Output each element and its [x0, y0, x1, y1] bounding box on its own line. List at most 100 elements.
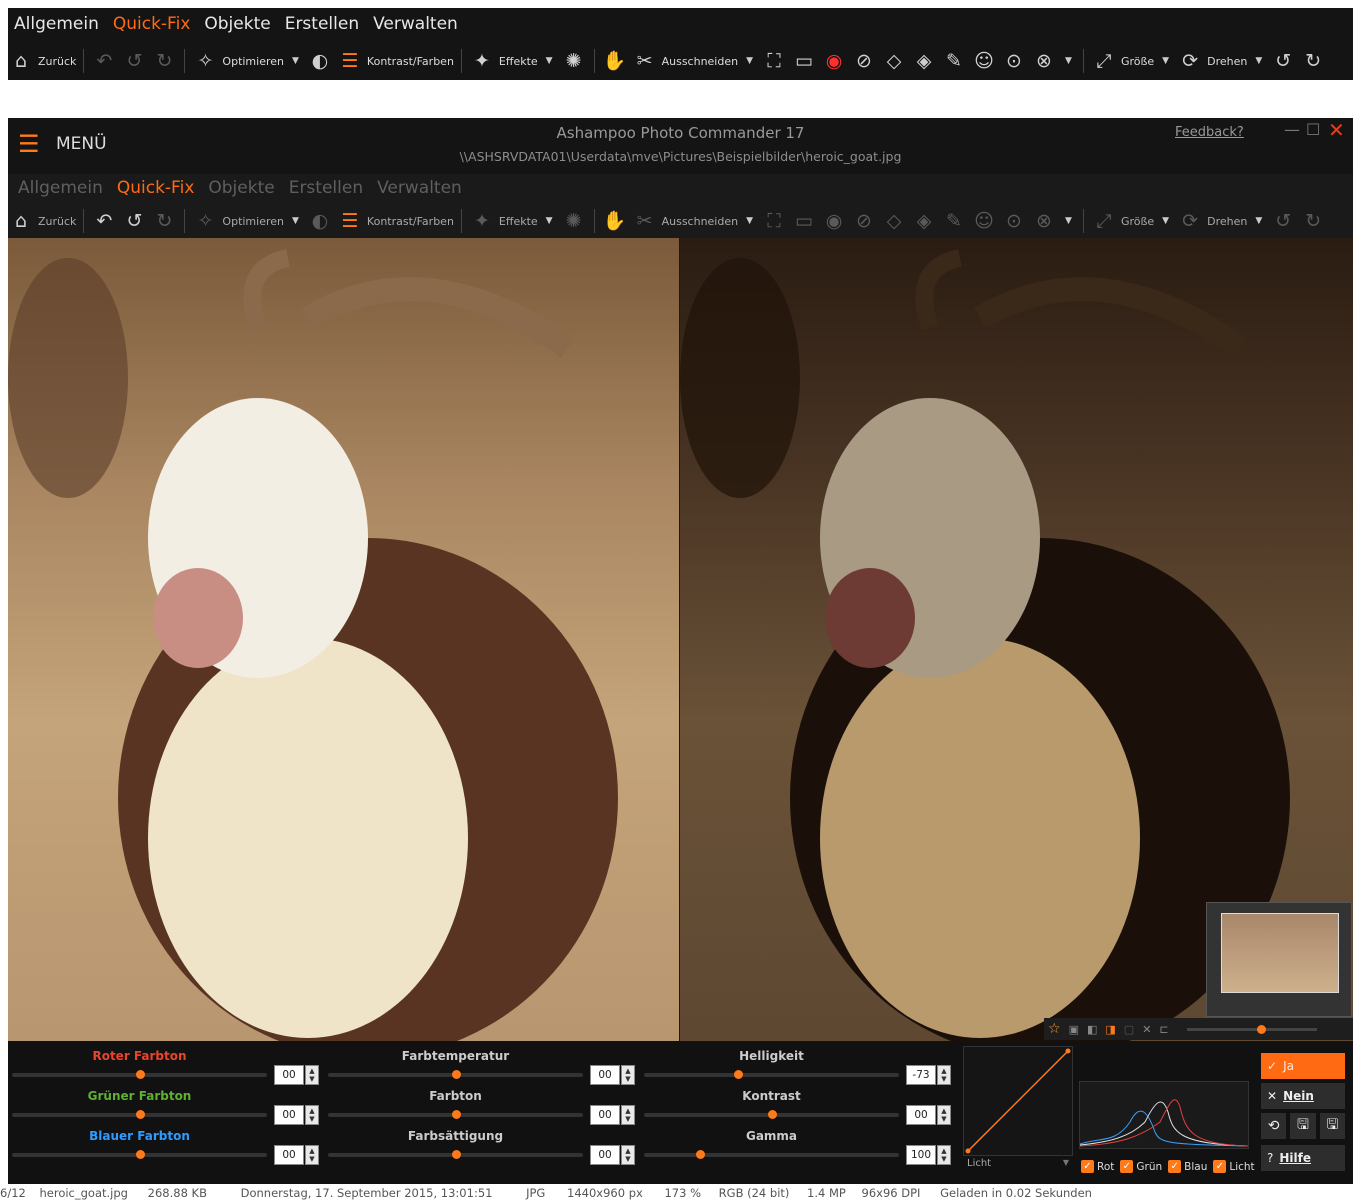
apply-button[interactable]: ✓ Ja	[1261, 1053, 1345, 1079]
sliders-icon[interactable]: ☰	[337, 208, 363, 234]
original-image[interactable]	[8, 238, 679, 1041]
dropdown-arrow-icon[interactable]: ▼	[746, 56, 753, 66]
clone-icon[interactable]: ⊘	[851, 48, 877, 74]
spin-down-icon[interactable]: ▼	[625, 1115, 630, 1123]
back-button[interactable]: Zurück	[38, 215, 76, 228]
hue-slider[interactable]	[328, 1110, 583, 1119]
tab-verwalten[interactable]: Verwalten	[377, 178, 462, 198]
slider-knob[interactable]	[734, 1070, 744, 1079]
dropdown-arrow-icon[interactable]: ▼	[546, 56, 553, 66]
spin-up-icon[interactable]: ▲	[625, 1147, 630, 1155]
spot-icon[interactable]: ⊙	[1001, 48, 1027, 74]
stamp-icon[interactable]: ⛶	[761, 208, 787, 234]
dropdown-arrow-icon[interactable]: ▼	[1255, 216, 1262, 226]
spinner-arrows-icon[interactable]: ▲ ▼	[305, 1105, 319, 1125]
spin-down-icon[interactable]: ▼	[941, 1075, 946, 1083]
spinner-arrows-icon[interactable]: ▲ ▼	[621, 1145, 635, 1165]
eraser-icon[interactable]: ◇	[881, 208, 907, 234]
slider-knob[interactable]	[451, 1110, 461, 1119]
home-icon[interactable]: ⌂	[8, 208, 34, 234]
scissors-icon[interactable]: ✂	[632, 208, 658, 234]
maximize-icon[interactable]: ☐	[1306, 120, 1320, 139]
tab-verwalten[interactable]: Verwalten	[373, 14, 458, 34]
green-hue-value-input[interactable]: 00	[274, 1105, 304, 1125]
filter-icon[interactable]: ✺	[561, 48, 587, 74]
clone-icon[interactable]: ⊘	[851, 208, 877, 234]
resize-icon[interactable]: ⤢	[1091, 208, 1117, 234]
rotate-icon[interactable]: ⟳	[1177, 208, 1203, 234]
spinner-arrows-icon[interactable]: ▲ ▼	[305, 1145, 319, 1165]
navigator-viewport[interactable]	[1221, 913, 1339, 993]
rotate-left-icon[interactable]: ↺	[1270, 48, 1296, 74]
zoom-slider[interactable]	[1186, 1024, 1317, 1034]
size-button[interactable]: Größe	[1121, 55, 1154, 68]
navigator-thumbnail[interactable]	[1206, 902, 1352, 1017]
dropdown-arrow-icon[interactable]: ▼	[1065, 216, 1072, 226]
spin-down-icon[interactable]: ▼	[941, 1115, 946, 1123]
slider-knob[interactable]	[451, 1150, 461, 1159]
tab-erstellen[interactable]: Erstellen	[285, 14, 359, 34]
tab-quick-fix[interactable]: Quick-Fix	[113, 14, 191, 34]
spin-down-icon[interactable]: ▼	[309, 1155, 314, 1163]
contrast-colors-button[interactable]: Kontrast/Farben	[367, 215, 454, 228]
spin-down-icon[interactable]: ▼	[625, 1155, 630, 1163]
smiley-icon[interactable]: ☺	[971, 208, 997, 234]
pen-icon[interactable]: ✎	[941, 48, 967, 74]
exposure-icon[interactable]: ◐	[307, 48, 333, 74]
reset-icon[interactable]: ⟲	[1261, 1113, 1287, 1139]
dropdown-arrow-icon[interactable]: ▼	[292, 216, 299, 226]
effects-icon[interactable]: ✦	[469, 48, 495, 74]
cancel-button[interactable]: ✕ Nein	[1261, 1083, 1345, 1109]
rotate-right-icon[interactable]: ↻	[1300, 48, 1326, 74]
minimize-icon[interactable]: —	[1284, 120, 1300, 139]
optimize-button[interactable]: Optimieren	[222, 215, 284, 228]
edited-image[interactable]: ☆ ▣ ◧ ◨ ▢ ✕ ⊏	[680, 238, 1353, 1041]
rotate-button[interactable]: Drehen	[1207, 55, 1247, 68]
spinner-arrows-icon[interactable]: ▲ ▼	[305, 1065, 319, 1085]
slider-knob[interactable]	[451, 1070, 461, 1079]
pen-icon[interactable]: ✎	[941, 208, 967, 234]
spinner-arrows-icon[interactable]: ▲ ▼	[937, 1105, 951, 1125]
bandage-icon[interactable]: ⊗	[1031, 208, 1057, 234]
back-button[interactable]: Zurück	[38, 55, 76, 68]
slider-knob[interactable]	[135, 1110, 145, 1119]
dropdown-arrow-icon[interactable]: ▼	[1255, 56, 1262, 66]
undo-icon[interactable]: ↺	[121, 48, 147, 74]
smiley-icon[interactable]: ☺	[971, 48, 997, 74]
dropdown-arrow-icon[interactable]: ▼	[292, 56, 299, 66]
red-eye-icon[interactable]: ◉	[821, 208, 847, 234]
contrast-value-input[interactable]: 00	[906, 1105, 936, 1125]
effects-button[interactable]: Effekte	[499, 55, 538, 68]
temperature-value-input[interactable]: 00	[590, 1065, 620, 1085]
channel-light-checkbox[interactable]: ✓ Licht	[1213, 1160, 1255, 1173]
saturation-value-input[interactable]: 00	[590, 1145, 620, 1165]
spin-up-icon[interactable]: ▲	[625, 1107, 630, 1115]
tone-curve[interactable]	[963, 1046, 1073, 1156]
spin-up-icon[interactable]: ▲	[941, 1067, 946, 1075]
size-button[interactable]: Größe	[1121, 215, 1154, 228]
ruler-icon[interactable]: ⊏	[1159, 1023, 1168, 1036]
redo-icon[interactable]: ↻	[151, 208, 177, 234]
cut-button[interactable]: Ausschneiden	[662, 215, 739, 228]
dropdown-arrow-icon[interactable]: ▼	[1065, 56, 1072, 66]
hand-icon[interactable]: ✋	[602, 208, 628, 234]
resize-icon[interactable]: ⤢	[1091, 48, 1117, 74]
redo-icon[interactable]: ↻	[151, 48, 177, 74]
temperature-slider[interactable]	[328, 1070, 583, 1079]
cut-button[interactable]: Ausschneiden	[662, 55, 739, 68]
channel-blue-checkbox[interactable]: ✓ Blau	[1168, 1160, 1207, 1173]
star-icon[interactable]: ☆	[1048, 1021, 1061, 1037]
dropdown-arrow-icon[interactable]: ▼	[746, 216, 753, 226]
spinner-arrows-icon[interactable]: ▲ ▼	[621, 1065, 635, 1085]
hand-icon[interactable]: ✋	[602, 48, 628, 74]
exposure-icon[interactable]: ◐	[307, 208, 333, 234]
undo-all-icon[interactable]: ↶	[91, 208, 117, 234]
contrast-colors-button[interactable]: Kontrast/Farben	[367, 55, 454, 68]
red-hue-value-input[interactable]: 00	[274, 1065, 304, 1085]
red-hue-slider[interactable]	[12, 1070, 267, 1079]
spinner-arrows-icon[interactable]: ▲ ▼	[621, 1105, 635, 1125]
gamma-slider[interactable]	[644, 1150, 899, 1159]
rectangle-icon[interactable]: ▭	[791, 208, 817, 234]
effects-icon[interactable]: ✦	[469, 208, 495, 234]
spinner-arrows-icon[interactable]: ▲ ▼	[937, 1065, 951, 1085]
